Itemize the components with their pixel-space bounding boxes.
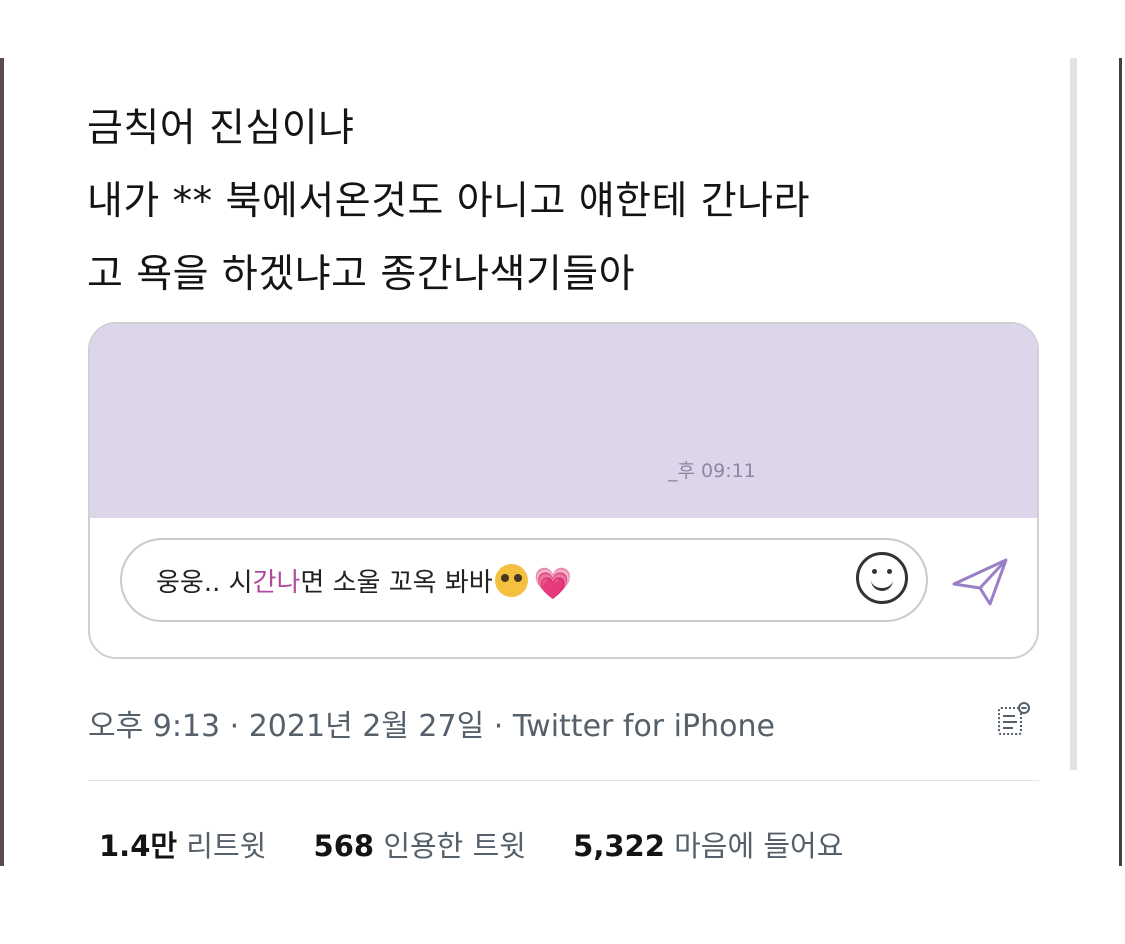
quotes-stat[interactable]: 568 인용한 트윗 (314, 823, 526, 865)
chat-input-text: 웅웅.. 시간나면 소울 꼬옥 봐바 💗 (156, 562, 572, 602)
tweet-stats: 1.4만 리트윗 568 인용한 트윗 5,322 마음에 들어요 (99, 823, 881, 865)
retweets-count: 1.4만 (99, 829, 178, 863)
tweet-line-3: 고 욕을 하겠냐고 종간나색기들아 (87, 252, 636, 297)
tweet-line-1: 금칙어 진심이냐 (87, 106, 355, 151)
paper-plane-send-icon[interactable] (950, 556, 1010, 608)
tweet-meta: 오후 9:13 · 2021년 2월 27일 · Twitter for iPh… (88, 701, 775, 745)
scrollbar-track[interactable] (1070, 58, 1077, 770)
likes-count: 5,322 (573, 829, 665, 863)
tweet-source[interactable]: Twitter for iPhone (513, 709, 775, 744)
chat-message-input[interactable]: 웅웅.. 시간나면 소울 꼬옥 봐바 💗 (120, 538, 928, 622)
chat-message-time: _후 09:11 (668, 460, 756, 482)
quotes-count: 568 (313, 829, 375, 863)
meta-separator: · (220, 709, 249, 744)
meta-separator: · (484, 709, 513, 744)
retweets-stat[interactable]: 1.4만 리트윗 (99, 823, 266, 865)
divider (88, 780, 1039, 781)
attached-chat-screenshot[interactable]: _후 09:11 웅웅.. 시간나면 소울 꼬옥 봐바 💗 (88, 322, 1039, 659)
bottom-blank-area (0, 866, 1125, 944)
likes-stat[interactable]: 5,322 마음에 들어요 (573, 823, 843, 865)
pink-heart-emoji-icon: 💗 (533, 566, 573, 602)
screenshot-right-edge (1119, 58, 1122, 866)
quotes-label: 인용한 트윗 (383, 829, 526, 863)
retweets-label: 리트윗 (186, 829, 267, 863)
tweet-analytics-icon[interactable] (993, 700, 1033, 740)
tweet-line-2: 내가 ** 북에서온것도 아니고 얘한테 간나라 (87, 179, 810, 224)
chat-message-area: _후 09:11 (90, 324, 1037, 518)
screenshot-left-edge (0, 58, 4, 866)
tweet-text: 금칙어 진심이냐 내가 ** 북에서온것도 아니고 얘한테 간나라 고 욕을 하… (87, 92, 1047, 311)
likes-label: 마음에 들어요 (674, 829, 844, 863)
tweet-time[interactable]: 오후 9:13 (88, 709, 220, 744)
smiley-face-icon[interactable] (856, 552, 908, 604)
input-text-after: 면 소울 꼬옥 봐바 (300, 568, 493, 598)
pleading-face-emoji-icon (494, 564, 528, 597)
tweet-date[interactable]: 2021년 2월 27일 (249, 709, 484, 744)
input-text-highlight: 간나 (252, 568, 301, 598)
input-text-before: 웅웅.. 시 (156, 568, 253, 598)
